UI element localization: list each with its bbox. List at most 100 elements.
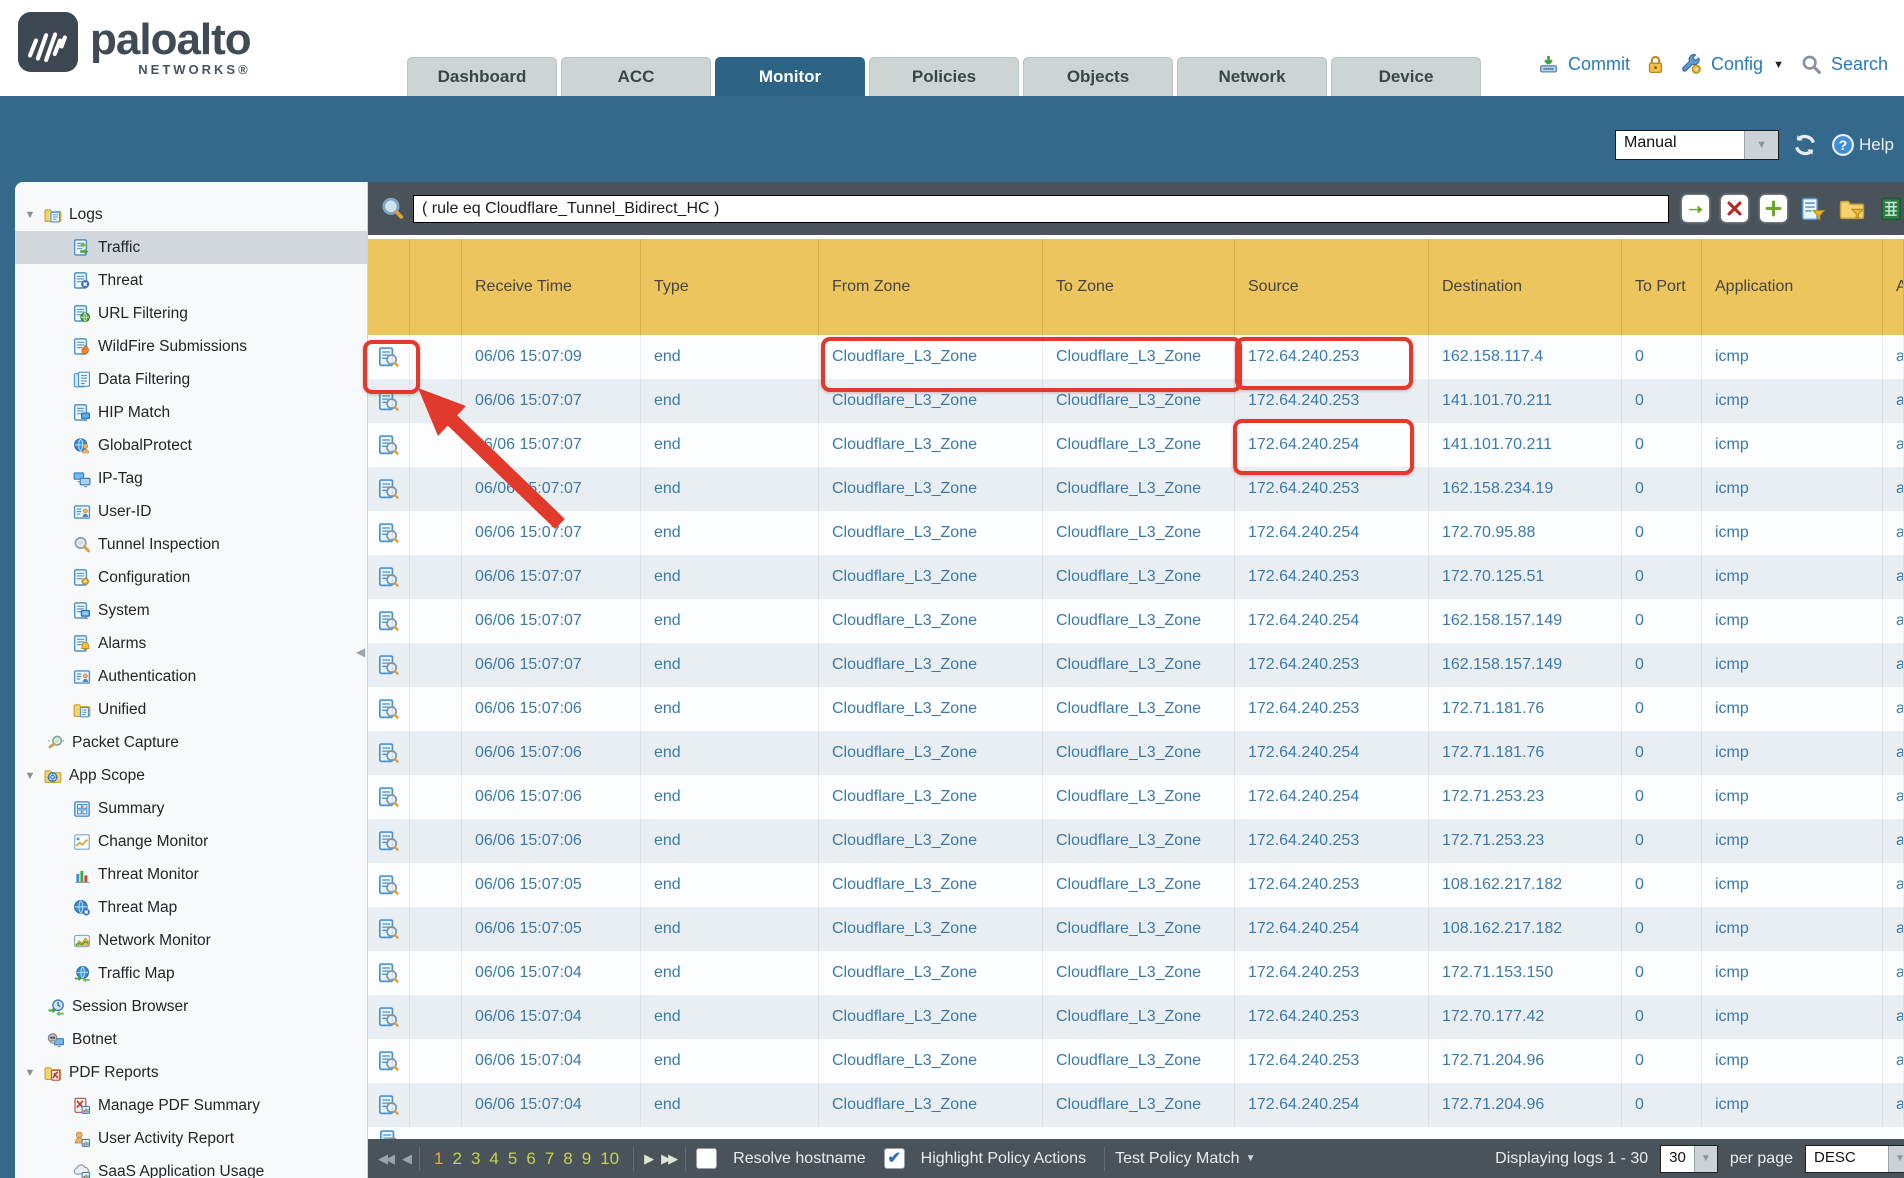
cell-destination[interactable]: 172.70.95.88 <box>1429 511 1622 555</box>
cell-from-zone[interactable]: Cloudflare_L3_Zone <box>819 511 1043 555</box>
cell-type[interactable]: end <box>641 819 819 863</box>
resolve-hostname-checkbox[interactable] <box>696 1148 717 1169</box>
cell-application[interactable]: icmp <box>1702 951 1883 995</box>
cell-destination[interactable]: 108.162.217.182 <box>1429 907 1622 951</box>
global-search-button[interactable]: Search <box>1831 54 1888 75</box>
cell-from-zone[interactable]: Cloudflare_L3_Zone <box>819 335 1043 379</box>
cell-receive-time[interactable]: 06/06 15:07:07 <box>462 423 641 467</box>
page-number-4[interactable]: 4 <box>489 1149 498 1169</box>
lock-icon[interactable] <box>1645 54 1666 75</box>
sidebar-item-unified[interactable]: Unified <box>15 693 367 726</box>
cell-from-zone[interactable]: Cloudflare_L3_Zone <box>819 731 1043 775</box>
test-policy-match-button[interactable]: Test Policy Match ▼ <box>1115 1150 1255 1168</box>
cell-receive-time[interactable]: 06/06 15:07:06 <box>462 731 641 775</box>
cell-action[interactable]: a <box>1883 687 1904 731</box>
cell-to-port[interactable]: 0 <box>1622 555 1702 599</box>
cell-type[interactable]: end <box>641 775 819 819</box>
cell-receive-time[interactable]: 06/06 15:07:04 <box>462 1083 641 1127</box>
cell-receive-time[interactable]: 06/06 15:07:07 <box>462 511 641 555</box>
cell-action[interactable]: a <box>1883 1039 1904 1083</box>
cell-to-port[interactable]: 0 <box>1622 731 1702 775</box>
expand-triangle-icon[interactable]: ▼ <box>23 770 37 782</box>
page-number-2[interactable]: 2 <box>452 1149 461 1169</box>
cell-to-port[interactable]: 0 <box>1622 599 1702 643</box>
cell-destination[interactable]: 141.101.70.211 <box>1429 423 1622 467</box>
cell-source[interactable]: 172.64.240.253 <box>1235 995 1429 1039</box>
cell-action[interactable]: a <box>1883 819 1904 863</box>
cell-from-zone[interactable]: Cloudflare_L3_Zone <box>819 1083 1043 1127</box>
cell-type[interactable]: end <box>641 731 819 775</box>
cell-to-port[interactable]: 0 <box>1622 951 1702 995</box>
cell-application[interactable]: icmp <box>1702 335 1883 379</box>
cell-source[interactable]: 172.64.240.253 <box>1235 467 1429 511</box>
column-header-source[interactable]: Source <box>1235 239 1429 335</box>
log-detail-button[interactable] <box>368 379 410 423</box>
page-number-5[interactable]: 5 <box>508 1149 517 1169</box>
cell-destination[interactable]: 172.71.204.96 <box>1429 1039 1622 1083</box>
cell-to-port[interactable]: 0 <box>1622 907 1702 951</box>
prev-page-button[interactable]: ◀ <box>402 1151 409 1167</box>
column-header-a[interactable]: A <box>1883 239 1904 335</box>
next-page-button[interactable]: ▶ <box>644 1151 651 1167</box>
cell-type[interactable]: end <box>641 1083 819 1127</box>
cell-source[interactable]: 172.64.240.254 <box>1235 599 1429 643</box>
tab-network[interactable]: Network <box>1177 57 1327 96</box>
cell-application[interactable]: icmp <box>1702 511 1883 555</box>
cell-to-zone[interactable]: Cloudflare_L3_Zone <box>1043 379 1235 423</box>
cell-destination[interactable]: 162.158.157.149 <box>1429 643 1622 687</box>
column-header-receive-time[interactable]: Receive Time <box>462 239 641 335</box>
cell-destination[interactable]: 172.71.253.23 <box>1429 775 1622 819</box>
cell-action[interactable]: a <box>1883 335 1904 379</box>
cell-to-port[interactable]: 0 <box>1622 775 1702 819</box>
cell-from-zone[interactable]: Cloudflare_L3_Zone <box>819 555 1043 599</box>
cell-source[interactable]: 172.64.240.253 <box>1235 379 1429 423</box>
cell-from-zone[interactable]: Cloudflare_L3_Zone <box>819 1039 1043 1083</box>
sidebar-item-threat[interactable]: Threat <box>15 264 367 297</box>
page-number-3[interactable]: 3 <box>471 1149 480 1169</box>
cell-from-zone[interactable]: Cloudflare_L3_Zone <box>819 907 1043 951</box>
cell-type[interactable]: end <box>641 951 819 995</box>
cell-application[interactable]: icmp <box>1702 687 1883 731</box>
cell-to-zone[interactable]: Cloudflare_L3_Zone <box>1043 1039 1235 1083</box>
cell-from-zone[interactable]: Cloudflare_L3_Zone <box>819 599 1043 643</box>
cell-type[interactable]: end <box>641 335 819 379</box>
save-filter-icon[interactable] <box>1799 195 1826 222</box>
cell-application[interactable]: icmp <box>1702 599 1883 643</box>
cell-to-zone[interactable]: Cloudflare_L3_Zone <box>1043 423 1235 467</box>
cell-action[interactable]: a <box>1883 511 1904 555</box>
log-detail-button[interactable] <box>368 423 410 467</box>
cell-application[interactable]: icmp <box>1702 1039 1883 1083</box>
sidebar-item-globalprotect[interactable]: GlobalProtect <box>15 429 367 462</box>
cell-action[interactable]: a <box>1883 643 1904 687</box>
help-icon[interactable]: ? <box>1831 133 1855 157</box>
cell-source[interactable]: 172.64.240.253 <box>1235 555 1429 599</box>
cell-to-port[interactable]: 0 <box>1622 643 1702 687</box>
apply-filter-icon[interactable] <box>1682 195 1709 222</box>
cell-type[interactable]: end <box>641 599 819 643</box>
cell-source[interactable]: 172.64.240.253 <box>1235 643 1429 687</box>
cell-from-zone[interactable]: Cloudflare_L3_Zone <box>819 951 1043 995</box>
refresh-icon[interactable] <box>1793 133 1817 157</box>
log-detail-button[interactable] <box>368 599 410 643</box>
sidebar-item-threat-monitor[interactable]: Threat Monitor <box>15 858 367 891</box>
sidebar-item-user-activity-report[interactable]: User Activity Report <box>15 1122 367 1155</box>
log-detail-button[interactable] <box>368 907 410 951</box>
log-filter-input[interactable] <box>413 195 1669 223</box>
cell-to-zone[interactable]: Cloudflare_L3_Zone <box>1043 951 1235 995</box>
cell-receive-time[interactable]: 06/06 15:07:04 <box>462 1039 641 1083</box>
tab-dashboard[interactable]: Dashboard <box>407 57 557 96</box>
cell-to-zone[interactable]: Cloudflare_L3_Zone <box>1043 775 1235 819</box>
cell-to-zone[interactable]: Cloudflare_L3_Zone <box>1043 643 1235 687</box>
cell-application[interactable]: icmp <box>1702 863 1883 907</box>
expand-triangle-icon[interactable]: ▼ <box>23 209 37 221</box>
cell-destination[interactable]: 162.158.157.149 <box>1429 599 1622 643</box>
cell-destination[interactable]: 172.71.253.23 <box>1429 819 1622 863</box>
sidebar-item-network-monitor[interactable]: Network Monitor <box>15 924 367 957</box>
cell-to-port[interactable]: 0 <box>1622 819 1702 863</box>
cell-to-zone[interactable]: Cloudflare_L3_Zone <box>1043 511 1235 555</box>
column-header-destination[interactable]: Destination <box>1429 239 1622 335</box>
cell-source[interactable]: 172.64.240.254 <box>1235 907 1429 951</box>
cell-receive-time[interactable]: 06/06 15:07:07 <box>462 379 641 423</box>
sidebar-item-session-browser[interactable]: Session Browser <box>15 990 367 1023</box>
cell-to-port[interactable]: 0 <box>1622 335 1702 379</box>
